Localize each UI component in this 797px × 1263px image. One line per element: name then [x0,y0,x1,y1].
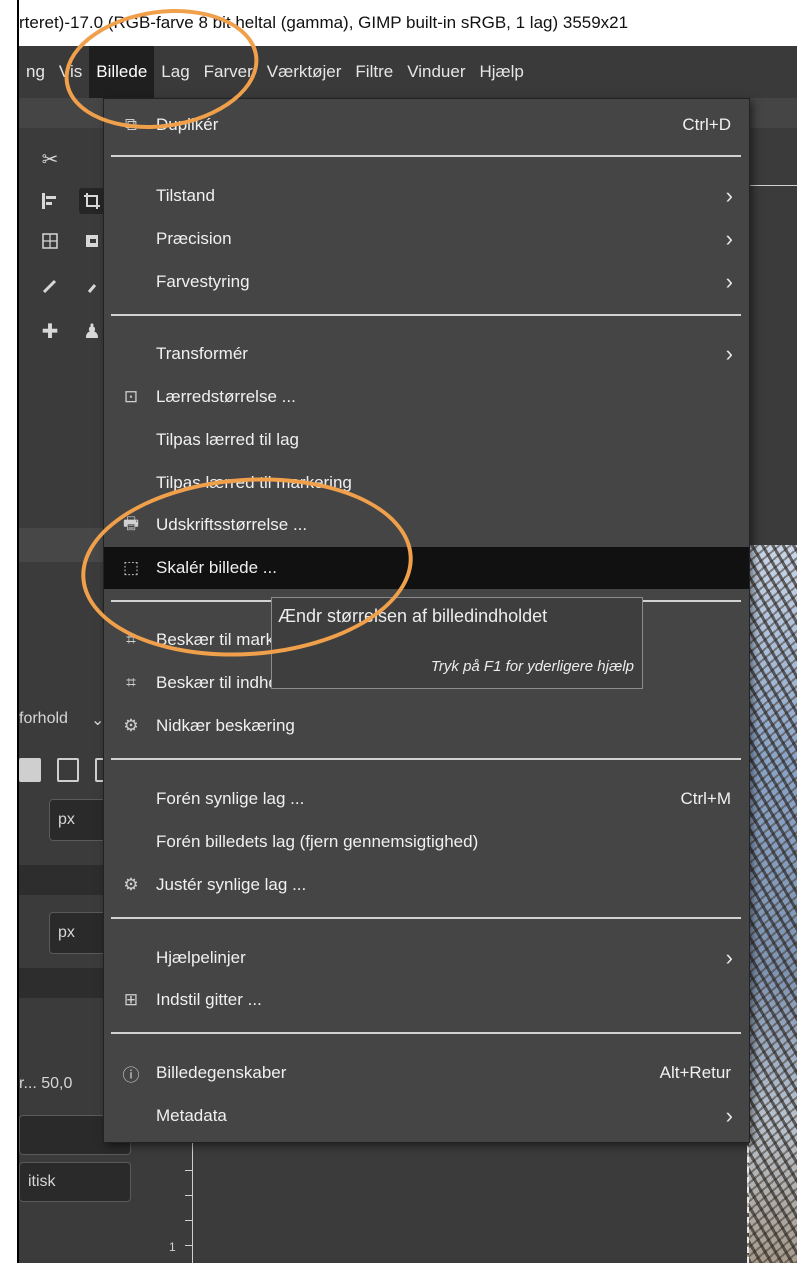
menu-separator [111,155,741,157]
crop-icon[interactable] [79,188,105,214]
ruler-tick [185,1245,193,1246]
menu-item-canvas-size[interactable]: ⊡ Lærredstørrelse ... [104,376,749,418]
menu-item-transform[interactable]: Transformér › [104,333,749,375]
gear-icon: ⚙ [123,716,139,735]
menu-item-guides[interactable]: Hjælpelinjer › [104,937,749,979]
scissors-icon[interactable]: ✂ [37,146,63,172]
menu-vaerktoejer[interactable]: Værktøjer [260,46,349,98]
menu-separator [111,917,741,919]
shortcut-properties: Alt+Retur [659,1063,731,1082]
chevron-right-icon: › [725,1103,733,1128]
gear-icon: ⚙ [123,875,139,894]
grid-icon: ⊞ [123,990,139,1009]
ruler-tick [185,1195,193,1196]
unit-2-value: px [58,924,75,941]
canvas-size-icon: ⊡ [123,387,139,406]
ruler-label: 1 [169,1240,176,1254]
menu-item-precision[interactable]: Præcision › [104,218,749,260]
menu-billede-left-cut[interactable]: ng [19,46,52,98]
shortcut-merge: Ctrl+M [680,789,731,808]
menu-item-merge-visible[interactable]: Forén synlige lag ... Ctrl+M [104,778,749,820]
square-icon[interactable] [19,758,41,782]
image-canvas[interactable] [747,545,797,1263]
menu-item-align-visible[interactable]: ⚙ Justér synlige lag ... [104,864,749,906]
chevron-right-icon: › [725,183,733,208]
pencil-icon[interactable] [37,273,63,299]
cage-icon[interactable] [79,228,105,254]
info-icon: ⓘ [122,1065,140,1085]
heal-icon[interactable]: ✚ [37,318,63,344]
menu-item-zealous-crop[interactable]: ⚙ Nidkær beskæring [104,705,749,747]
unit-1-value: px [58,811,75,828]
left-ruler: 1 [169,1140,193,1263]
fixed-ratio-label: forhold [19,710,68,727]
document-icon[interactable] [57,758,79,782]
gimp-window: rteret)-17.0 (RGB-farve 8 bit heltal (ga… [19,0,797,1263]
chevron-right-icon: › [725,226,733,251]
auto-label: itisk [28,1173,56,1190]
clone-icon[interactable]: ♟ [79,318,105,344]
tooltip-hint: Tryk på F1 for yderligere hjælp [430,658,634,675]
zoom-value: r... 50,0 [19,1075,73,1092]
menu-vinduer[interactable]: Vinduer [400,46,472,98]
menu-item-color-management[interactable]: Farvestyring › [104,261,749,303]
menu-item-configure-grid[interactable]: ⊞ Indstil gitter ... [104,979,749,1021]
top-ruler [746,185,797,199]
perspective-icon[interactable] [37,228,63,254]
shortcut-duplicate: Ctrl+D [682,115,731,134]
crop-icon: ⌗ [126,673,136,692]
ruler-tick [185,1220,193,1221]
ruler-tick [185,1170,193,1171]
chevron-right-icon: › [725,341,733,366]
menu-hjaelp[interactable]: Hjælp [472,46,530,98]
menu-filtre[interactable]: Filtre [348,46,400,98]
menu-separator [111,758,741,760]
menu-item-fit-canvas-layers[interactable]: Tilpas lærred til lag [104,419,749,461]
menu-item-flatten[interactable]: Forén billedets lag (fjern gennemsigtigh… [104,821,749,863]
align-icon[interactable] [37,188,63,214]
brush-icon[interactable] [79,273,105,299]
menu-item-image-properties[interactable]: ⓘ Billedegenskaber Alt+Retur [104,1052,749,1094]
menu-separator [111,1032,741,1034]
menu-separator [111,314,741,316]
screenshot-border [0,0,19,1263]
chevron-right-icon: › [725,945,733,970]
toolbox: ✂ ✚ ♟ [19,128,109,528]
menu-item-mode[interactable]: Tilstand › [104,175,749,217]
auto-button[interactable]: itisk [19,1162,131,1202]
menu-item-metadata[interactable]: Metadata › [104,1095,749,1137]
chevron-right-icon: › [725,269,733,294]
